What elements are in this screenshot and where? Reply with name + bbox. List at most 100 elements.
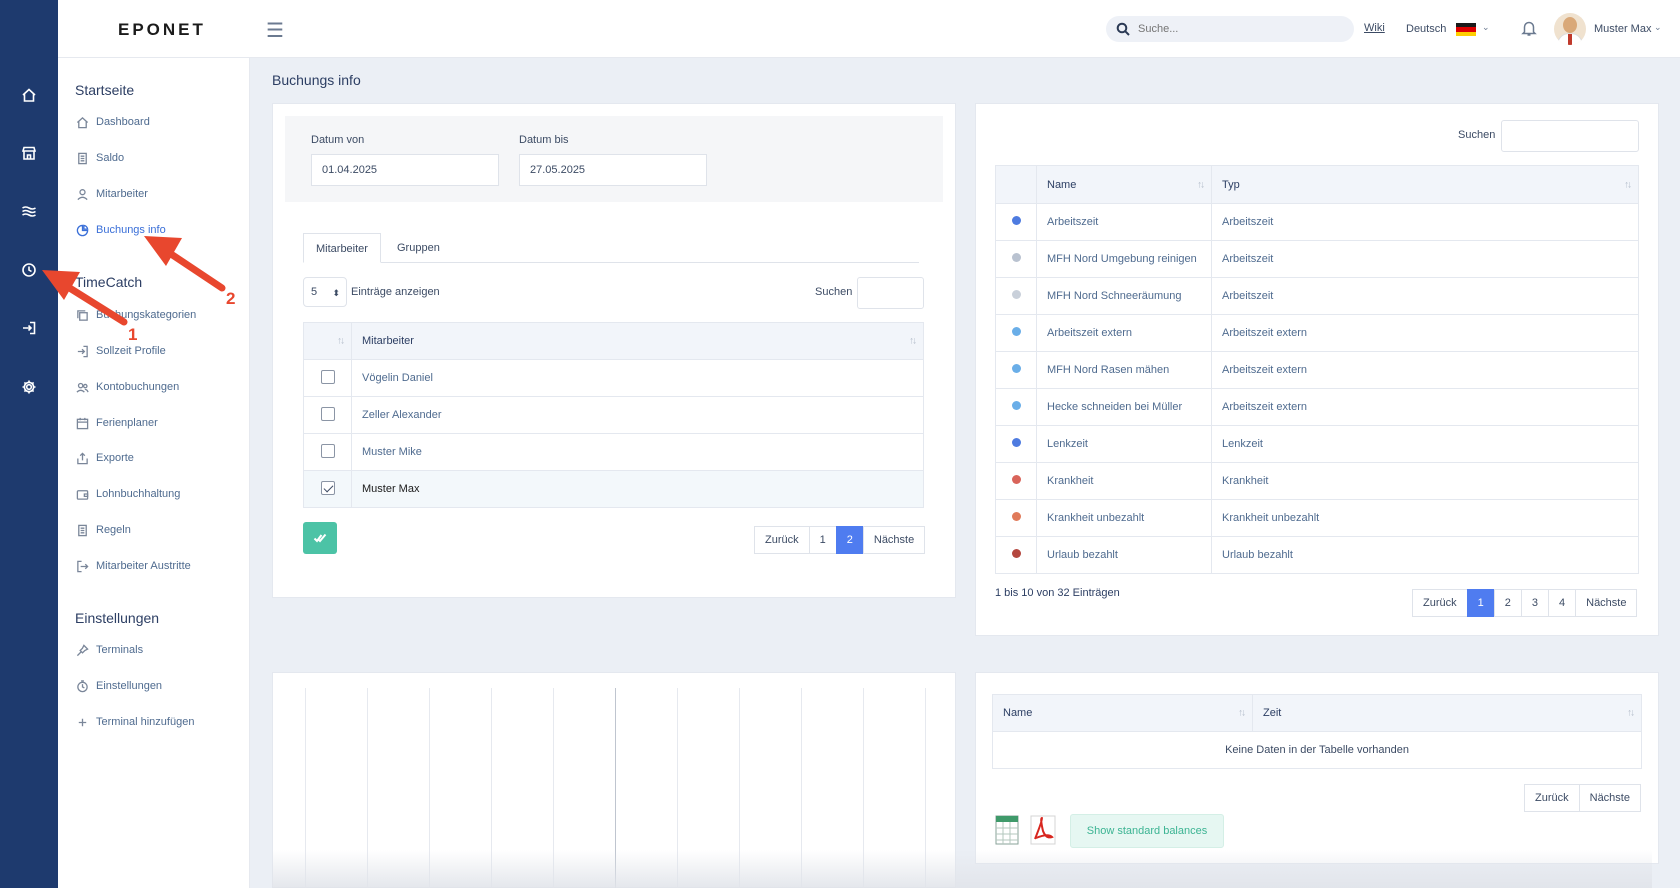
menu-item-saldo[interactable]: Saldo [75, 149, 124, 167]
menu-item-mitarbeiter-austritte[interactable]: Mitarbeiter Austritte [75, 557, 191, 575]
menu-item-buchungs-info[interactable]: Buchungs info [75, 221, 166, 239]
avatar[interactable] [1554, 13, 1586, 45]
menu-item-lohnbuchhaltung[interactable]: Lohnbuchhaltung [75, 485, 180, 503]
waves-icon[interactable] [18, 200, 40, 222]
select-arrows-icon: ⬍ [332, 288, 340, 298]
menu-item-einstellungen[interactable]: Einstellungen [75, 677, 162, 695]
pagination-page-button[interactable]: 2 [1493, 589, 1522, 617]
date-to-input[interactable]: 27.05.2025 [519, 154, 707, 186]
menu-item-buchungskategorien[interactable]: Buchungskategorien [75, 306, 196, 324]
login-icon[interactable] [18, 317, 40, 339]
row-checkbox[interactable] [320, 406, 335, 421]
row-checkbox-cell [303, 359, 352, 397]
global-search-input[interactable] [1138, 20, 1338, 38]
category-name: MFH Nord Schneeräumung [1036, 277, 1212, 315]
pagination-previous-button[interactable]: Zurück [1524, 784, 1580, 812]
category-name: Lenkzeit [1036, 425, 1212, 463]
menu-item-ferienplaner[interactable]: Ferienplaner [75, 414, 158, 432]
brand-logo[interactable]: EPONET [118, 20, 206, 40]
table-row[interactable]: MFH Nord Schneeräumung Arbeitszeit [995, 277, 1639, 315]
category-name: Hecke schneiden bei Müller [1036, 388, 1212, 426]
category-color-cell [995, 536, 1037, 574]
category-type: Krankheit [1211, 462, 1639, 500]
employee-search-input[interactable] [857, 277, 924, 309]
pagination-page-button[interactable]: 4 [1548, 589, 1577, 617]
row-checkbox[interactable] [320, 480, 335, 495]
column-header-typ[interactable]: Typ ↑↓ [1211, 165, 1639, 204]
table-row[interactable]: Muster Mike [303, 433, 924, 471]
employee-name: Muster Mike [351, 433, 924, 471]
table-row[interactable]: MFH Nord Rasen mähen Arbeitszeit extern [995, 351, 1639, 389]
chevron-down-icon[interactable]: ⌄ [1482, 22, 1490, 33]
table-row[interactable]: Krankheit unbezahlt Krankheit unbezahlt [995, 499, 1639, 537]
tab-mitarbeiter[interactable]: Mitarbeiter [303, 233, 381, 263]
confirm-selection-button[interactable] [303, 522, 337, 554]
table-row[interactable]: Vögelin Daniel [303, 359, 924, 397]
column-header-zeit[interactable]: Zeit ↑↓ [1252, 694, 1642, 732]
users-icon [75, 380, 89, 394]
gear-icon[interactable] [18, 376, 40, 398]
menu-item-exporte[interactable]: Exporte [75, 449, 134, 467]
chevron-down-icon[interactable]: ⌄ [1654, 22, 1662, 33]
excel-export-icon[interactable] [995, 815, 1021, 845]
user-menu[interactable]: Muster Max [1594, 23, 1651, 35]
store-icon[interactable] [18, 142, 40, 164]
pagination-page-button[interactable]: 1 [808, 526, 837, 554]
home-icon[interactable] [18, 84, 40, 106]
pagination-page-button[interactable]: 2 [835, 526, 864, 554]
menu-item-regeln[interactable]: Regeln [75, 521, 131, 539]
entries-length-select[interactable]: 5 ⬍ [303, 277, 347, 307]
table-row[interactable]: Arbeitszeit extern Arbeitszeit extern [995, 314, 1639, 352]
table-row[interactable]: Muster Max [303, 470, 924, 508]
category-type: Lenkzeit [1211, 425, 1639, 463]
pagination-page-button[interactable]: 1 [1466, 589, 1495, 617]
category-search-input[interactable] [1501, 120, 1639, 152]
language-selector[interactable]: Deutsch [1406, 23, 1446, 35]
select-column-header[interactable]: ↑↓ [303, 322, 352, 360]
tab-gruppen[interactable]: Gruppen [385, 233, 452, 263]
table-row[interactable]: Hecke schneiden bei Müller Arbeitszeit ex… [995, 388, 1639, 426]
pagination-page-button[interactable]: 3 [1520, 589, 1549, 617]
show-standard-balances-button[interactable]: Show standard balances [1070, 814, 1224, 848]
table-row[interactable]: Zeller Alexander [303, 396, 924, 434]
row-checkbox[interactable] [320, 369, 335, 384]
category-color-cell [995, 240, 1037, 278]
menu-item-mitarbeiter[interactable]: Mitarbeiter [75, 185, 148, 203]
search-icon [1116, 22, 1130, 36]
employee-name: Vögelin Daniel [351, 359, 924, 397]
sort-icon: ↑↓ [337, 335, 345, 347]
menu-item-terminal-hinzufuegen[interactable]: Terminal hinzufügen [75, 713, 194, 731]
pdf-export-icon[interactable] [1030, 815, 1056, 845]
german-flag-icon[interactable] [1456, 23, 1476, 36]
menu-section-timecatch: TimeCatch [75, 274, 143, 290]
menu-item-terminals[interactable]: Terminals [75, 641, 143, 659]
date-from-input[interactable]: 01.04.2025 [311, 154, 499, 186]
table-row[interactable]: Krankheit Krankheit [995, 462, 1639, 500]
category-name: Urlaub bezahlt [1036, 536, 1212, 574]
table-row[interactable]: Lenkzeit Lenkzeit [995, 425, 1639, 463]
category-search-label: Suchen [1458, 129, 1496, 141]
clock-icon[interactable] [18, 259, 40, 281]
menu-toggle-icon[interactable]: ☰ [266, 18, 284, 43]
table-row[interactable]: Urlaub bezahlt Urlaub bezahlt [995, 536, 1639, 574]
menu-item-dashboard[interactable]: Dashboard [75, 113, 150, 131]
column-header-mitarbeiter[interactable]: Mitarbeiter ↑↓ [351, 322, 924, 360]
pagination-next-button[interactable]: Nächste [1575, 589, 1638, 617]
pagination-next-button[interactable]: Nächste [1578, 784, 1641, 812]
category-table: Name ↑↓ Typ ↑↓ Arbeitszeit Arbeitszeit MFH N… [995, 165, 1639, 574]
menu-item-sollzeit-profile[interactable]: Sollzeit Profile [75, 342, 166, 360]
sort-icon: ↑↓ [909, 335, 917, 347]
menu-item-kontobuchungen[interactable]: Kontobuchungen [75, 378, 179, 396]
notification-bell-icon[interactable] [1520, 19, 1538, 40]
wiki-link[interactable]: Wiki [1364, 22, 1385, 34]
table-row[interactable]: MFH Nord Umgebung reinigen Arbeitszeit [995, 240, 1639, 278]
pagination-next-button[interactable]: Nächste [862, 526, 926, 554]
column-header-name[interactable]: Name ↑↓ [1036, 165, 1212, 204]
global-search[interactable] [1106, 16, 1354, 42]
column-header-name[interactable]: Name ↑↓ [992, 694, 1253, 732]
pagination-previous-button[interactable]: Zurück [754, 526, 810, 554]
table-row[interactable]: Arbeitszeit Arbeitszeit [995, 203, 1639, 241]
category-color-cell [995, 203, 1037, 241]
row-checkbox[interactable] [320, 443, 335, 458]
pagination-previous-button[interactable]: Zurück [1412, 589, 1468, 617]
